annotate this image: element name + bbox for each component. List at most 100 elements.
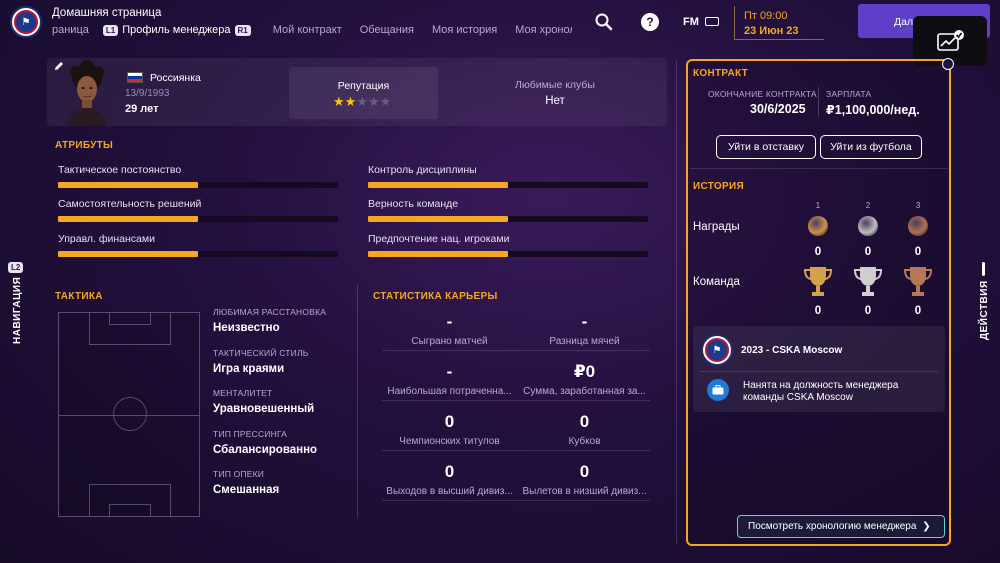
star-empty-icon: ★ (367, 94, 380, 109)
silver-trophy-icon (853, 267, 883, 296)
tactic-value: Неизвестно (213, 322, 280, 334)
award-count: 0 (864, 246, 872, 258)
page-title: Домашняя страница (52, 7, 162, 19)
salary-value: ₽1,100,000/нед. (826, 103, 920, 117)
side-actions[interactable]: ДЕЙСТВИЯ (972, 262, 996, 342)
attribute-label: Управл. финансами (58, 233, 155, 245)
star-filled-icon: ★ (344, 94, 357, 109)
stat-value: - (581, 312, 588, 331)
attribute-label: Тактическое постоянство (58, 164, 182, 176)
team-count: 0 (814, 305, 822, 317)
help-icon[interactable]: ? (641, 13, 659, 31)
silver-medal-icon (858, 216, 878, 236)
l2-key-hint: L2 (8, 262, 24, 273)
career-stats-title: СТАТИСТИКА КАРЬЕРЫ (373, 291, 498, 302)
contract-divider (818, 87, 819, 117)
attribute-bar (58, 182, 338, 188)
panel-corner-icon (942, 58, 954, 70)
reputation-box (289, 67, 438, 119)
favourite-clubs-label: Любимые клубы (515, 79, 595, 91)
club-badge[interactable]: ⚑ (10, 6, 42, 38)
tactic-value: Уравновешенный (213, 403, 315, 415)
stats-separator (382, 500, 650, 501)
manager-avatar (68, 60, 106, 126)
history-title: ИСТОРИЯ (693, 181, 744, 192)
contract-end-value: 30/6/2025 (750, 102, 806, 116)
tactic-label: МЕНТАЛИТЕТ (213, 388, 273, 398)
contract-separator (690, 168, 948, 169)
star-filled-icon: ★ (333, 94, 345, 109)
stat-value: ₽0 (573, 362, 596, 381)
team-count: 0 (914, 305, 922, 317)
search-icon[interactable] (595, 13, 613, 31)
stat-value: - (446, 312, 453, 331)
tactics-divider (357, 284, 358, 518)
gold-medal-icon (808, 216, 828, 236)
retire-button[interactable]: Уйти из футбола (820, 135, 922, 159)
stats-separator (382, 450, 650, 451)
gold-trophy-icon (803, 267, 833, 296)
tab-my-timeline[interactable]: Моя хронология (515, 23, 572, 37)
stat-label: Сумма, заработанная за... (523, 386, 646, 397)
attribute-bar-fill (58, 216, 198, 222)
stats-separator (382, 350, 650, 351)
chevron-right-icon: ❯ (922, 521, 931, 532)
tactic-label: ЛЮБИМАЯ РАССТАНОВКА (213, 307, 327, 317)
attribute-bar-fill (58, 251, 198, 257)
reputation-stars: ★★★★★ (333, 94, 391, 110)
stat-label: Сыграно матчей (411, 336, 488, 347)
awards-label: Награды (693, 221, 740, 233)
attribute-bar (368, 216, 648, 222)
history-entry-separator (700, 371, 938, 372)
stat-value: 0 (444, 412, 455, 431)
date-of-birth: 13/9/1993 (125, 88, 170, 99)
place-number: 2 (865, 201, 871, 210)
stat-label: Наибольшая потраченна... (387, 386, 512, 397)
stat-value: 0 (579, 462, 590, 481)
attribute-label: Контроль дисциплины (368, 164, 477, 176)
stat-label: Выходов в высший дивиз... (386, 486, 513, 497)
bronze-medal-icon (908, 216, 928, 236)
place-number: 3 (915, 201, 921, 210)
attribute-bar (368, 251, 648, 257)
stat-label: Кубков (568, 436, 601, 447)
stat-value: - (446, 362, 453, 381)
tab-my-history[interactable]: Моя история (432, 23, 497, 37)
main-divider (676, 60, 677, 544)
salary-label: ЗАРПЛАТА (826, 89, 872, 99)
current-time: Пт 09:00 (744, 10, 788, 22)
award-count: 0 (814, 246, 822, 258)
resign-button[interactable]: Уйти в отставку (716, 135, 816, 159)
keyboard-icon[interactable] (705, 17, 719, 26)
russia-flag-icon (127, 72, 143, 83)
tab-home[interactable]: раница (52, 23, 89, 37)
tactics-title: ТАКТИКА (55, 291, 103, 302)
stat-value: 0 (444, 462, 455, 481)
view-timeline-button[interactable]: Посмотреть хронологию менеджера ❯ (737, 515, 945, 538)
place-number: 1 (815, 201, 821, 210)
tactics-pitch (58, 312, 200, 517)
stat-label: Вылетов в низший дивиз... (522, 486, 647, 497)
nationality: Россиянка (150, 72, 201, 84)
stat-value: 0 (579, 412, 590, 431)
attribute-bar-fill (368, 251, 508, 257)
club-crest-icon: ⚑ (14, 10, 38, 34)
attribute-bar (58, 251, 338, 257)
actions-handle-icon (982, 262, 985, 276)
stats-separator (382, 400, 650, 401)
side-navigation[interactable]: L2 НАВИГАЦИЯ (0, 258, 24, 348)
tab-promises[interactable]: Обещания (360, 23, 414, 37)
tactic-label: ТАКТИЧЕСКИЙ СТИЛЬ (213, 347, 309, 358)
stat-label: Разница мячей (549, 336, 620, 347)
attribute-bar-fill (58, 182, 198, 188)
attribute-bar-fill (368, 216, 508, 222)
contract-title: КОНТРАКТ (693, 68, 749, 79)
tab-manager-profile[interactable]: L1 Профиль менеджера R1 (99, 23, 255, 37)
team-label: Команда (693, 276, 740, 288)
nav-tabs: раница L1 Профиль менеджера R1 Мой контр… (52, 23, 572, 37)
tactic-value: Смешанная (213, 484, 280, 496)
attribute-label: Верность команде (368, 198, 459, 210)
tab-my-contract[interactable]: Мой контракт (273, 23, 342, 37)
attribute-bar-fill (368, 182, 508, 188)
cska-badge-icon: ⚑ (701, 334, 733, 366)
